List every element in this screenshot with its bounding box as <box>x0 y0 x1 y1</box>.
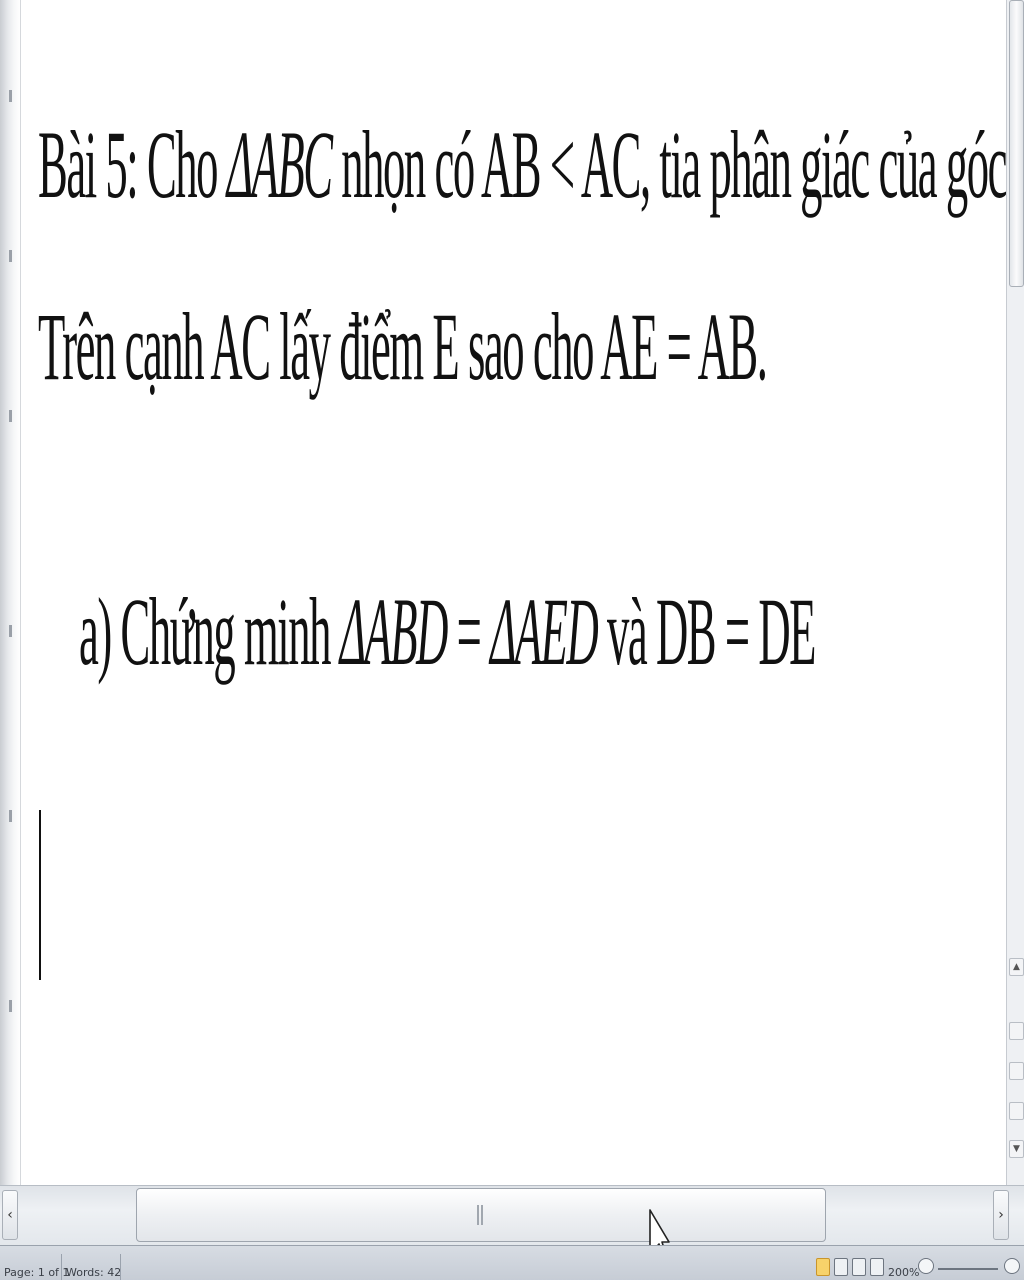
exercise-second-line[interactable]: Trên cạnh AC lấy điểm E sao cho AE = AB. <box>38 300 768 396</box>
vertical-scroll-thumb[interactable] <box>1009 0 1024 287</box>
ruler-tick <box>9 810 12 822</box>
line1-text-end: nhọn có AB < AC, tia phân giác của góc A… <box>341 113 1006 219</box>
status-divider <box>120 1254 121 1280</box>
zoom-level[interactable]: 200% <box>888 1266 919 1280</box>
ruler-tick <box>9 1000 12 1012</box>
word-count-status[interactable]: Words: 42 <box>66 1266 121 1280</box>
question-a-suffix: và DB = DE <box>597 580 816 686</box>
status-divider <box>61 1254 62 1280</box>
question-a-prefix: a) Chứng minh <box>79 580 340 686</box>
zoom-in-icon[interactable] <box>1004 1258 1020 1274</box>
line1-text-start: Bài 5: Cho <box>38 113 227 219</box>
scroll-left-button[interactable]: ‹ <box>2 1190 18 1240</box>
outline-view-icon[interactable] <box>870 1258 884 1276</box>
horizontal-scrollbar[interactable]: ‹ › <box>0 1185 1024 1246</box>
status-bar: Page: 1 of 1 Words: 42 200% <box>0 1245 1024 1280</box>
triangle-abc: ΔABC <box>226 113 333 219</box>
page-count-status[interactable]: Page: 1 of 1 <box>4 1266 69 1280</box>
text-cursor <box>39 810 41 980</box>
question-a-line[interactable]: a) Chứng minh ΔABD = ΔAED và DB = DE <box>79 585 816 681</box>
zoom-slider[interactable] <box>938 1268 998 1270</box>
web-layout-view-icon[interactable] <box>852 1258 866 1276</box>
scroll-right-button[interactable]: › <box>993 1190 1009 1240</box>
print-layout-view-icon[interactable] <box>816 1258 830 1276</box>
ruler-tick <box>9 625 12 637</box>
equals-sign: = <box>446 580 491 686</box>
vertical-ruler <box>0 0 21 1185</box>
horizontal-scroll-thumb[interactable] <box>136 1188 826 1242</box>
scroll-down-button[interactable]: ▼ <box>1009 1140 1024 1158</box>
ruler-tick <box>9 250 12 262</box>
triangle-aed: ΔAED <box>490 580 599 686</box>
scroll-up-button[interactable]: ▲ <box>1009 958 1024 976</box>
exercise-title-line[interactable]: Bài 5: Cho ΔABC nhọn có AB < AC, tia phâ… <box>38 118 1006 214</box>
next-page-button[interactable] <box>1009 1102 1024 1120</box>
scroll-grip-icon <box>477 1205 483 1225</box>
ruler-tick <box>9 410 12 422</box>
full-screen-reading-view-icon[interactable] <box>834 1258 848 1276</box>
select-browse-object-button[interactable] <box>1009 1062 1024 1080</box>
document-page[interactable]: Bài 5: Cho ΔABC nhọn có AB < AC, tia phâ… <box>21 0 1006 1185</box>
zoom-out-icon[interactable] <box>918 1258 934 1274</box>
prev-page-button[interactable] <box>1009 1022 1024 1040</box>
vertical-scrollbar[interactable]: ▲ ▼ <box>1006 0 1024 1185</box>
triangle-abd: ΔABD <box>339 580 449 686</box>
ruler-tick <box>9 90 12 102</box>
